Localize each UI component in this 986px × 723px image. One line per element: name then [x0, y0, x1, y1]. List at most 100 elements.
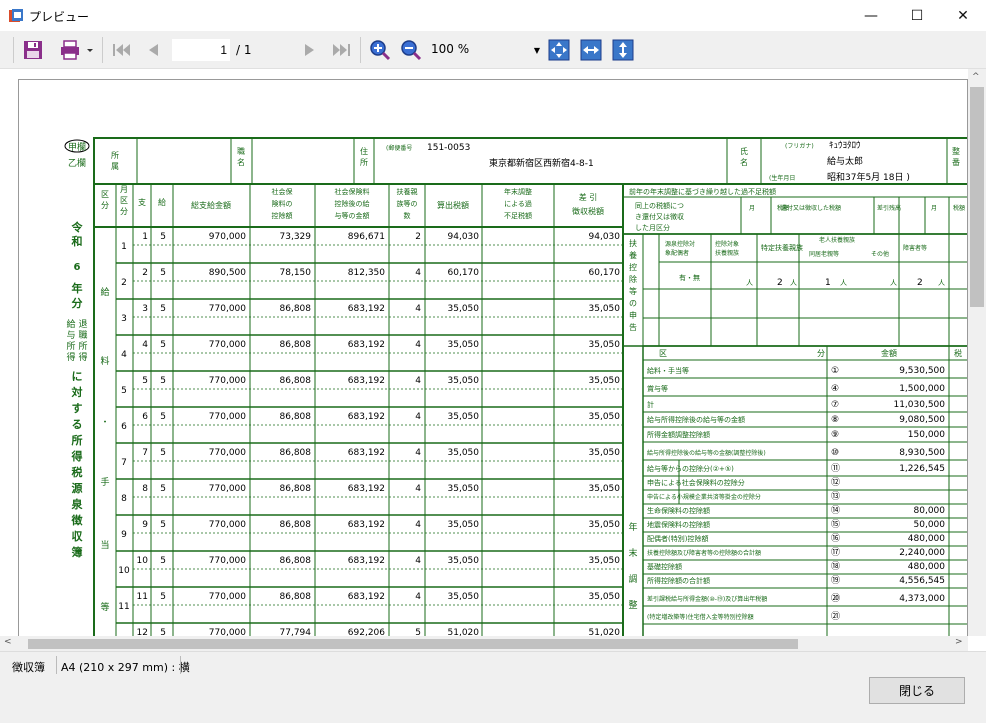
social-insurance: 78,150 — [280, 268, 312, 278]
net-tax: 35,050 — [589, 412, 621, 422]
fuyo-col: 象配偶者 — [665, 249, 689, 257]
fuyo-value: 2 — [917, 278, 923, 288]
previous-page-icon — [149, 44, 158, 56]
horizontal-scroll-thumb[interactable] — [28, 639, 798, 649]
dependents: 2 — [415, 232, 421, 242]
social-insurance: 86,808 — [280, 376, 312, 386]
next-page-button[interactable] — [297, 37, 323, 63]
calc-label: 地震保険料の控除額 — [647, 520, 710, 529]
calc-label: 申告による小規模企業共済等掛金の控除分 — [647, 493, 761, 501]
month-cell: 5 — [121, 386, 127, 396]
print-button[interactable] — [58, 37, 96, 63]
pay-month: 11 — [137, 592, 148, 602]
social-insurance: 86,808 — [280, 556, 312, 566]
zoom-in-button[interactable] — [367, 37, 393, 63]
save-button[interactable] — [20, 37, 46, 63]
pay-month: 1 — [142, 232, 148, 242]
zoom-out-button[interactable] — [398, 37, 424, 63]
vertical-scroll-thumb[interactable] — [970, 87, 984, 307]
fit-height-button[interactable] — [610, 37, 636, 63]
dependents: 4 — [415, 484, 421, 494]
month-cell: 4 — [121, 350, 127, 360]
calc-label: 扶養控除額及び障害者等の控除額の合計額 — [647, 549, 761, 557]
total-pay: 890,500 — [209, 268, 246, 278]
fuyo-value: 1 — [825, 278, 831, 288]
fuyo-value: 人 — [840, 279, 847, 287]
dependents: 4 — [415, 592, 421, 602]
carryover-sub: き還付又は徴収 — [635, 212, 684, 221]
first-page-button[interactable] — [108, 37, 134, 63]
zoom-in-icon — [370, 40, 391, 61]
last-page-button[interactable] — [329, 37, 355, 63]
nenmatsu-label: 調 — [628, 573, 637, 585]
close-button[interactable]: 閉じる — [869, 677, 965, 704]
total-pay: 770,000 — [209, 484, 246, 494]
category-label: 当 — [100, 539, 109, 551]
calc-value: 80,000 — [914, 506, 946, 516]
calc-value: 150,000 — [908, 430, 945, 440]
label-seibetsu: 整 — [952, 146, 960, 156]
social-insurance: 86,808 — [280, 484, 312, 494]
calc-number: ⑰ — [831, 547, 840, 558]
social-insurance: 86,808 — [280, 412, 312, 422]
toolbar-separator — [102, 37, 103, 63]
fit-width-button[interactable] — [578, 37, 604, 63]
pay-day: 5 — [160, 376, 166, 386]
calc-number: ⑪ — [831, 463, 840, 474]
otsu-label: 乙欄 — [68, 157, 86, 169]
close-window-button[interactable]: ✕ — [940, 0, 986, 31]
page-number-input[interactable] — [172, 39, 230, 61]
zoom-select[interactable]: 100 % — [427, 39, 543, 61]
fuyo-title: 養 — [629, 250, 637, 260]
preview-area[interactable]: 所属職名住所氏名整番 (郵便番号 151-0053 東京都新宿区西新宿4-8-1 (フリ… — [0, 69, 986, 651]
calc-number: ① — [831, 366, 839, 376]
fuyo-col: 控除対象 — [715, 240, 739, 248]
side-title: 徴 — [71, 513, 84, 527]
calc-value: 480,000 — [908, 534, 945, 544]
after-deduction: 683,192 — [348, 376, 385, 386]
side-title: 所 — [78, 341, 87, 352]
month-cell: 10 — [118, 566, 130, 576]
previous-page-button[interactable] — [140, 37, 166, 63]
total-pay: 770,000 — [209, 592, 246, 602]
carryover-col: 月 — [931, 205, 937, 212]
minimize-button[interactable]: — — [848, 0, 894, 31]
social-insurance: 86,808 — [280, 448, 312, 458]
fuyo-title: 告 — [629, 322, 637, 332]
side-title: 和 — [72, 234, 83, 248]
zoom-dropdown-arrow-icon[interactable]: ▼ — [530, 39, 544, 61]
side-title: 分 — [72, 296, 83, 310]
col-header: 控除後の給 — [335, 199, 370, 208]
computed-tax: 35,050 — [448, 304, 480, 314]
calc-number: ⑯ — [831, 533, 840, 544]
fit-whole-page-button[interactable] — [546, 37, 572, 63]
col-header: 不足税額 — [504, 211, 532, 220]
pay-month: 2 — [142, 268, 148, 278]
last-page-icon — [333, 44, 350, 56]
maximize-button[interactable]: ☐ — [894, 0, 940, 31]
label-jusho: 所 — [360, 157, 368, 167]
scroll-left-icon[interactable]: < — [4, 637, 12, 647]
carryover-col: 差引残高 — [877, 204, 901, 212]
dependents: 4 — [415, 340, 421, 350]
save-icon — [24, 41, 42, 59]
printer-icon — [61, 40, 93, 60]
category-label: 料 — [100, 355, 109, 367]
nenmatsu-label: 末 — [628, 547, 637, 559]
scroll-up-icon[interactable]: ^ — [972, 72, 980, 82]
calc-value: 1,226,545 — [899, 464, 945, 474]
social-insurance: 86,808 — [280, 520, 312, 530]
calc-number: ④ — [831, 384, 839, 394]
col-header: 与等の金額 — [335, 211, 370, 220]
scroll-right-icon[interactable]: > — [955, 637, 963, 647]
first-page-icon — [113, 44, 130, 56]
nenmatsu-label: 整 — [628, 599, 637, 611]
zip-code: 151-0053 — [427, 143, 470, 153]
computed-tax: 35,050 — [448, 520, 480, 530]
after-deduction: 683,192 — [348, 304, 385, 314]
status-divider — [180, 656, 181, 674]
calc-value: 11,030,500 — [893, 400, 945, 410]
calc-label: 給与所得控除後の給与等の金額 — [647, 415, 745, 424]
fit-page-icon — [548, 39, 570, 61]
calc-label: (特定増改築等)住宅借入金等特別控除額 — [647, 613, 754, 621]
